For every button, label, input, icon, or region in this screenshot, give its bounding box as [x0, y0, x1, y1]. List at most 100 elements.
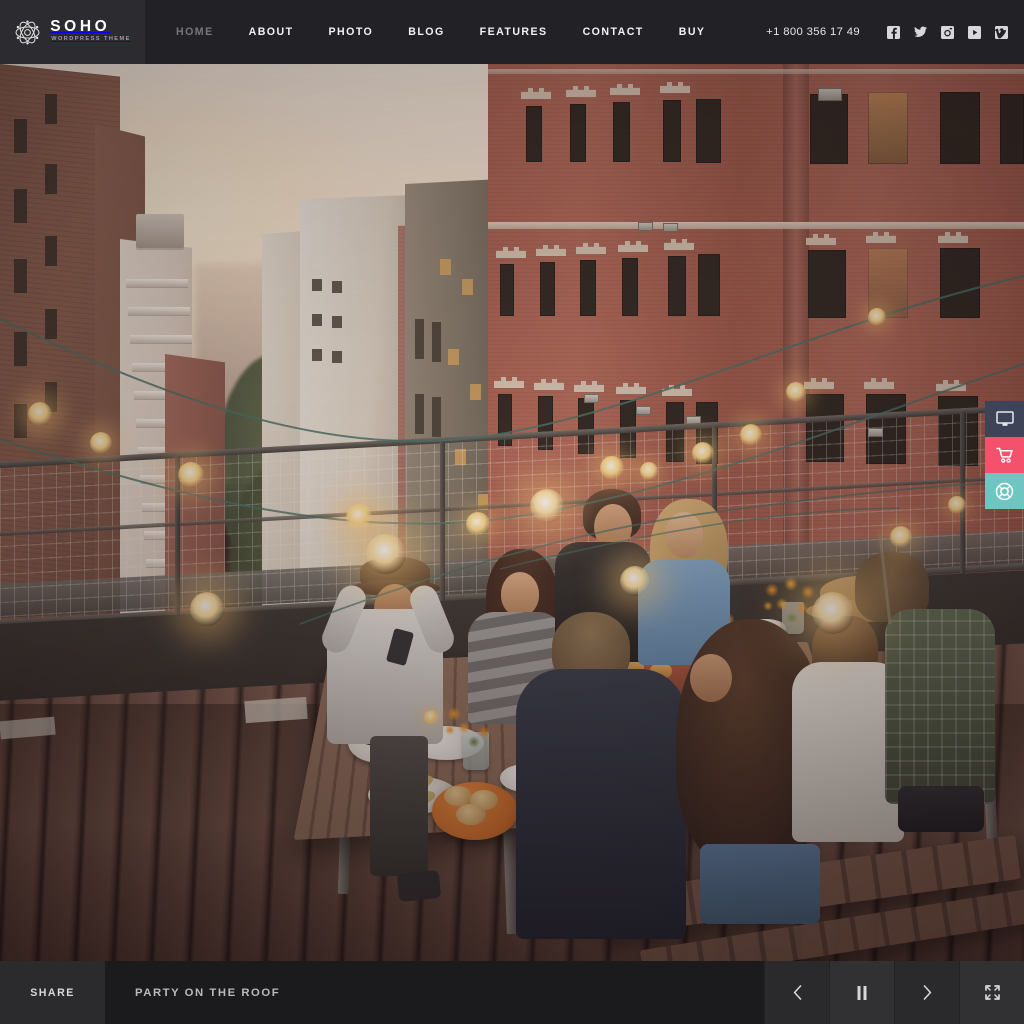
window	[808, 250, 846, 318]
social-links	[887, 25, 1008, 39]
vimeo-icon[interactable]	[995, 25, 1008, 39]
window	[14, 259, 27, 293]
pause-button[interactable]	[829, 961, 894, 1024]
window-crown	[576, 243, 606, 254]
window-crown	[566, 86, 596, 97]
window	[940, 92, 980, 164]
pause-icon	[857, 985, 867, 1000]
string-light-bulb	[178, 462, 204, 488]
next-slide-button[interactable]	[894, 961, 959, 1024]
string-light-bulb	[346, 504, 372, 530]
window	[810, 94, 848, 164]
window	[312, 279, 322, 291]
shoe	[396, 869, 442, 903]
slideshow-bottom-bar: SHARE PARTY ON THE ROOF	[0, 961, 1024, 1024]
hero-slideshow[interactable]	[0, 64, 1024, 961]
cart-icon	[995, 447, 1013, 463]
site-logo[interactable]: SOHO WORDPRESS THEME	[0, 0, 145, 64]
nav-item-about[interactable]: ABOUT	[249, 0, 294, 64]
window-crown	[536, 245, 566, 256]
youtube-icon[interactable]	[968, 25, 981, 39]
window	[312, 349, 322, 361]
share-button[interactable]: SHARE	[0, 961, 105, 1024]
window	[332, 316, 342, 328]
string-light-bulb	[466, 512, 490, 536]
instagram-icon[interactable]	[941, 25, 954, 39]
screen-icon	[995, 411, 1014, 426]
air-conditioner	[636, 406, 651, 415]
pants	[898, 786, 984, 832]
window	[415, 319, 424, 359]
window-crown	[938, 232, 968, 243]
support-icon-button[interactable]	[985, 473, 1024, 509]
head	[690, 654, 732, 702]
torso-plaid	[885, 609, 995, 804]
window-crown	[494, 377, 524, 388]
window	[622, 258, 638, 316]
torso-back	[516, 669, 686, 939]
face	[501, 572, 539, 616]
window	[14, 189, 27, 223]
slide-title: PARTY ON THE ROOF	[135, 986, 281, 999]
bread-roll	[456, 804, 486, 825]
window-crown	[618, 241, 648, 252]
nav-item-home[interactable]: HOME	[176, 0, 214, 64]
bread-roll	[444, 786, 472, 806]
window-crown	[866, 232, 896, 243]
window	[415, 394, 424, 434]
nav-item-buy[interactable]: BUY	[679, 0, 706, 64]
window	[696, 99, 721, 163]
twitter-icon[interactable]	[914, 26, 927, 39]
string-light-bulb	[366, 534, 406, 574]
main-navigation: HOME ABOUT PHOTO BLOG FEATURES CONTACT B…	[176, 0, 740, 64]
side-action-bar[interactable]	[985, 401, 1024, 509]
air-conditioner	[818, 88, 842, 101]
string-light-bulb	[812, 592, 854, 634]
cornice-band	[488, 69, 1024, 74]
window-crown	[664, 239, 694, 250]
nav-item-contact[interactable]: CONTACT	[583, 0, 644, 64]
head	[665, 512, 703, 558]
window	[332, 281, 342, 293]
site-header: SOHO WORDPRESS THEME HOME ABOUT PHOTO BL…	[0, 0, 1024, 64]
window-crown	[864, 378, 894, 389]
support-icon	[995, 482, 1014, 500]
cart-icon-button[interactable]	[985, 437, 1024, 473]
logo-title: SOHO	[50, 18, 111, 35]
string-light-bulb	[424, 710, 438, 724]
fullscreen-button[interactable]	[959, 961, 1024, 1024]
slide-title-container: PARTY ON THE ROOF	[105, 961, 764, 1024]
atom-icon	[15, 19, 40, 45]
window	[45, 94, 57, 124]
window-crown	[574, 381, 604, 392]
string-light-bulb	[890, 526, 912, 548]
nav-item-blog[interactable]: BLOG	[408, 0, 444, 64]
window	[312, 314, 322, 326]
string-light-bulb	[640, 462, 658, 480]
string-light-bulb	[90, 432, 112, 454]
nav-item-features[interactable]: FEATURES	[480, 0, 548, 64]
window-crown	[610, 84, 640, 95]
nav-item-photo[interactable]: PHOTO	[329, 0, 374, 64]
water-tank	[136, 214, 184, 248]
window	[698, 254, 720, 316]
denim-shorts	[700, 844, 820, 924]
window	[570, 104, 586, 162]
legs	[370, 736, 428, 876]
string-light-bulb	[868, 308, 886, 326]
window-crown	[936, 380, 966, 391]
window	[45, 309, 57, 339]
prev-slide-button[interactable]	[764, 961, 829, 1024]
window	[540, 262, 555, 316]
chevron-left-icon	[793, 985, 801, 1000]
railing-post	[440, 442, 445, 620]
window	[580, 260, 596, 316]
string-light-bulb	[948, 496, 966, 514]
window	[332, 351, 342, 363]
facebook-icon[interactable]	[887, 25, 900, 39]
railing-post	[175, 456, 180, 632]
window	[668, 256, 686, 316]
screen-icon-button[interactable]	[985, 401, 1024, 437]
window-crown	[496, 247, 526, 258]
window-crown	[806, 234, 836, 245]
